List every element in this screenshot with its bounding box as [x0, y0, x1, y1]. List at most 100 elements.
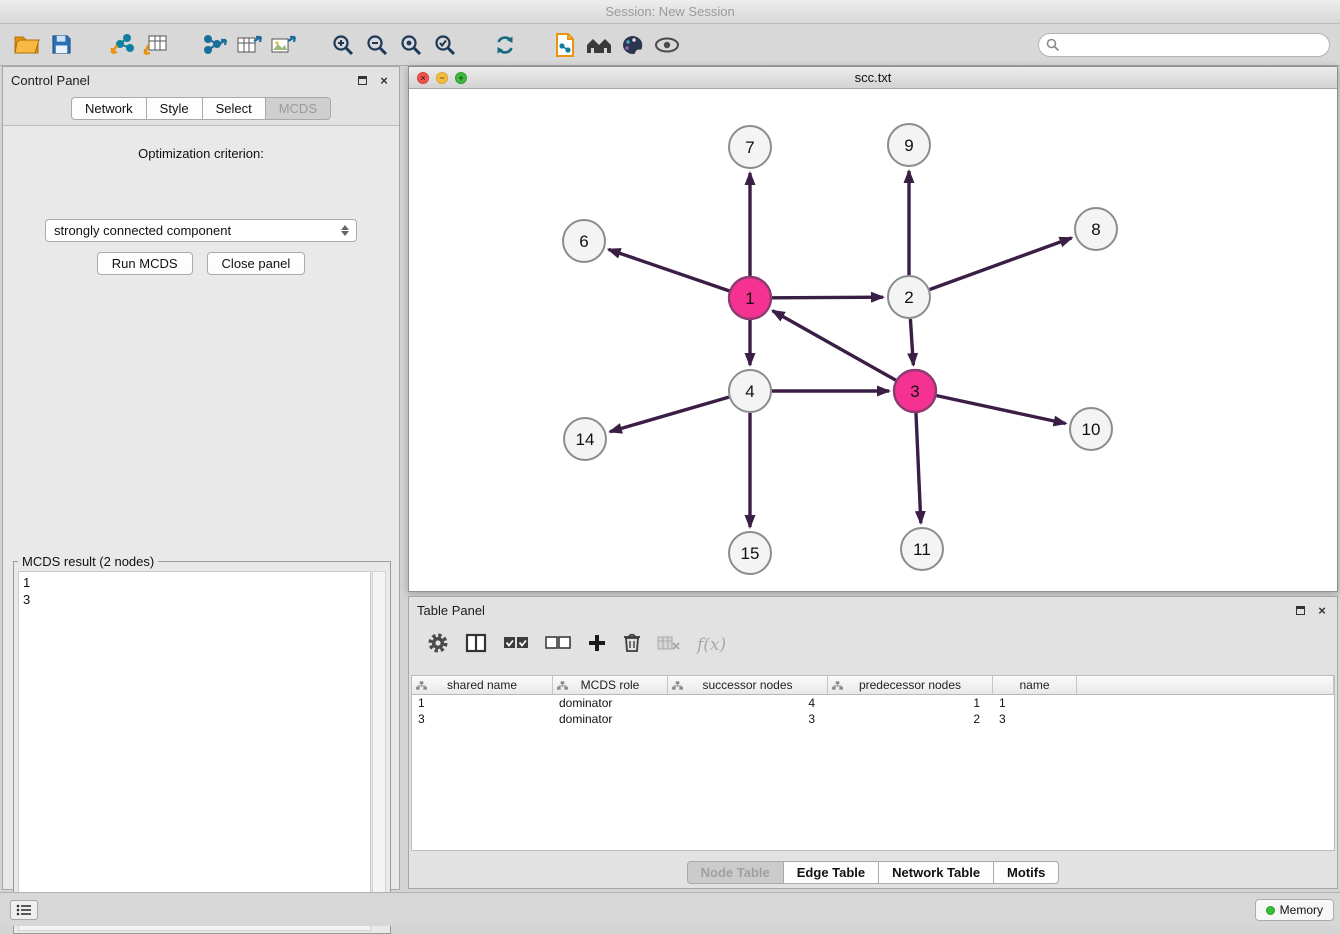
graph-edge-3-1[interactable]: [773, 311, 896, 380]
tab-network-table[interactable]: Network Table: [878, 861, 994, 884]
svg-text:15: 15: [741, 544, 760, 563]
graph-edge-4-14[interactable]: [610, 397, 729, 432]
graph-node-1[interactable]: 1: [729, 277, 771, 319]
show-details-eye-icon[interactable]: [650, 29, 684, 61]
column-header-shared-name[interactable]: shared name: [412, 676, 553, 695]
column-header-filler: [1077, 676, 1334, 695]
graph-node-15[interactable]: 15: [729, 532, 771, 574]
delete-column-trash-icon[interactable]: [623, 632, 641, 658]
mcds-result-title: MCDS result (2 nodes): [18, 554, 158, 569]
tab-select[interactable]: Select: [202, 97, 266, 120]
cell-name[interactable]: 3: [993, 711, 1077, 727]
tab-node-table[interactable]: Node Table: [687, 861, 784, 884]
network-canvas[interactable]: 7 9 6 8 1 2 4 3 14 10 15 11: [409, 89, 1337, 591]
import-network-icon[interactable]: [104, 29, 138, 61]
cell-mcds-role[interactable]: dominator: [553, 695, 668, 711]
cell-mcds-role[interactable]: dominator: [553, 711, 668, 727]
tab-edge-table[interactable]: Edge Table: [783, 861, 879, 884]
run-mcds-button[interactable]: Run MCDS: [97, 252, 193, 275]
zoom-out-icon[interactable]: [360, 29, 394, 61]
graph-node-9[interactable]: 9: [888, 124, 930, 166]
unselect-all-columns-icon[interactable]: [545, 635, 571, 656]
export-network-icon[interactable]: [198, 29, 232, 61]
memory-button[interactable]: Memory: [1255, 899, 1334, 921]
cell-shared-name[interactable]: 3: [412, 711, 553, 727]
dropdown-stepper-icon: [337, 222, 353, 239]
window-minimize-icon[interactable]: −: [436, 72, 448, 84]
result-line: 1: [23, 574, 366, 591]
automation-panel-toggle-icon[interactable]: [10, 900, 38, 920]
memory-status-icon: [1266, 906, 1275, 915]
zoom-in-icon[interactable]: [326, 29, 360, 61]
window-close-icon[interactable]: ×: [417, 72, 429, 84]
table-panel-header: Table Panel ×: [409, 597, 1337, 623]
save-session-icon[interactable]: [44, 29, 78, 61]
cell-predecessor-nodes[interactable]: 1: [828, 695, 993, 711]
close-panel-icon[interactable]: ×: [377, 73, 391, 87]
graph-node-10[interactable]: 10: [1070, 408, 1112, 450]
graph-edge-2-3[interactable]: [910, 319, 913, 365]
tab-motifs[interactable]: Motifs: [993, 861, 1059, 884]
graph-node-4[interactable]: 4: [729, 370, 771, 412]
table-row[interactable]: 3 dominator 3 2 3: [412, 711, 1334, 727]
mcds-result-list[interactable]: 1 3: [18, 571, 371, 916]
close-table-panel-icon[interactable]: ×: [1315, 603, 1329, 617]
column-header-name[interactable]: name: [993, 676, 1077, 695]
table-settings-gear-icon[interactable]: [427, 632, 449, 659]
svg-text:6: 6: [579, 232, 588, 251]
column-header-mcds-role[interactable]: MCDS role: [553, 676, 668, 695]
svg-text:7: 7: [745, 138, 754, 157]
cell-predecessor-nodes[interactable]: 2: [828, 711, 993, 727]
graph-edge-1-2[interactable]: [772, 297, 883, 298]
select-all-columns-icon[interactable]: [503, 635, 529, 656]
memory-button-label: Memory: [1280, 903, 1323, 917]
cell-successor-nodes[interactable]: 3: [668, 711, 828, 727]
graph-node-3[interactable]: 3: [894, 370, 936, 412]
network-window-titlebar: scc.txt × − +: [409, 67, 1337, 89]
graph-node-11[interactable]: 11: [901, 528, 943, 570]
float-panel-icon[interactable]: [355, 73, 369, 87]
create-column-icon[interactable]: [587, 633, 607, 658]
network-graph[interactable]: 7 9 6 8 1 2 4 3 14 10 15 11: [409, 89, 1337, 591]
graph-node-2[interactable]: 2: [888, 276, 930, 318]
graph-node-14[interactable]: 14: [564, 418, 606, 460]
home-icon[interactable]: [582, 29, 616, 61]
result-vertical-scrollbar[interactable]: [372, 571, 386, 916]
float-table-panel-icon[interactable]: [1293, 603, 1307, 617]
graph-edge-3-11[interactable]: [916, 413, 921, 523]
search-input[interactable]: [1038, 33, 1330, 57]
tab-style[interactable]: Style: [146, 97, 203, 120]
column-type-icon: [416, 680, 427, 694]
export-table-icon[interactable]: [232, 29, 266, 61]
column-header-successor-nodes[interactable]: successor nodes: [668, 676, 828, 695]
graph-node-6[interactable]: 6: [563, 220, 605, 262]
zoom-selected-icon[interactable]: [428, 29, 462, 61]
cell-shared-name[interactable]: 1: [412, 695, 553, 711]
show-columns-icon[interactable]: [465, 633, 487, 658]
search-icon: [1046, 38, 1060, 57]
graph-edge-3-10[interactable]: [937, 396, 1066, 424]
tab-mcds[interactable]: MCDS: [265, 97, 331, 120]
open-session-icon[interactable]: [10, 29, 44, 61]
close-panel-button[interactable]: Close panel: [207, 252, 306, 275]
window-zoom-icon[interactable]: +: [455, 72, 467, 84]
svg-text:3: 3: [910, 382, 919, 401]
column-header-predecessor-nodes[interactable]: predecessor nodes: [828, 676, 993, 695]
apply-layout-icon[interactable]: [488, 29, 522, 61]
export-document-icon[interactable]: [548, 29, 582, 61]
delete-table-icon: [657, 634, 681, 657]
export-image-icon[interactable]: [266, 29, 300, 61]
criterion-dropdown[interactable]: strongly connected component: [45, 219, 357, 242]
table-row[interactable]: 1 dominator 4 1 1: [412, 695, 1334, 711]
cell-successor-nodes[interactable]: 4: [668, 695, 828, 711]
graph-edge-2-8[interactable]: [930, 238, 1072, 290]
graph-node-7[interactable]: 7: [729, 126, 771, 168]
tab-network[interactable]: Network: [71, 97, 147, 120]
cell-name[interactable]: 1: [993, 695, 1077, 711]
zoom-fit-icon[interactable]: [394, 29, 428, 61]
graph-node-8[interactable]: 8: [1075, 208, 1117, 250]
graph-edge-1-6[interactable]: [609, 249, 730, 290]
style-palette-icon[interactable]: [616, 29, 650, 61]
table-panel: Table Panel × f(x) sha: [408, 596, 1338, 889]
import-table-icon[interactable]: [138, 29, 172, 61]
